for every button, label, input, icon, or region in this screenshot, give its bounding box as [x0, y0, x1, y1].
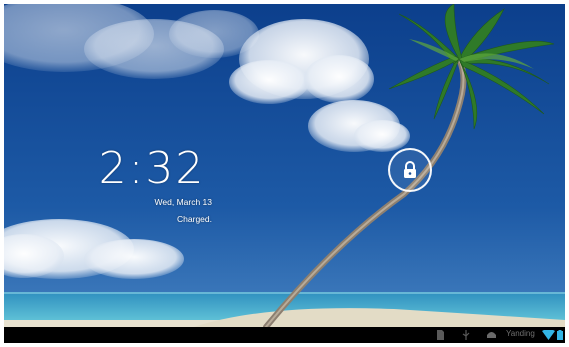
lock-clock: 2:32: [98, 143, 206, 194]
lock-screen: 2:32 Wed, March 13 Charged. Yanding: [4, 4, 565, 343]
usb-icon: [462, 330, 470, 340]
battery-icon: [557, 330, 563, 340]
charging-status: Charged.: [177, 214, 212, 224]
sd-card-icon: [437, 330, 444, 340]
carrier-label: Yanding: [506, 329, 535, 338]
unlock-handle[interactable]: [388, 148, 432, 192]
wifi-icon: [542, 330, 555, 340]
system-bar: Yanding: [4, 327, 565, 343]
android-debug-icon: [487, 332, 496, 338]
lock-icon: [404, 161, 416, 178]
lock-date: Wed, March 13: [154, 197, 212, 207]
